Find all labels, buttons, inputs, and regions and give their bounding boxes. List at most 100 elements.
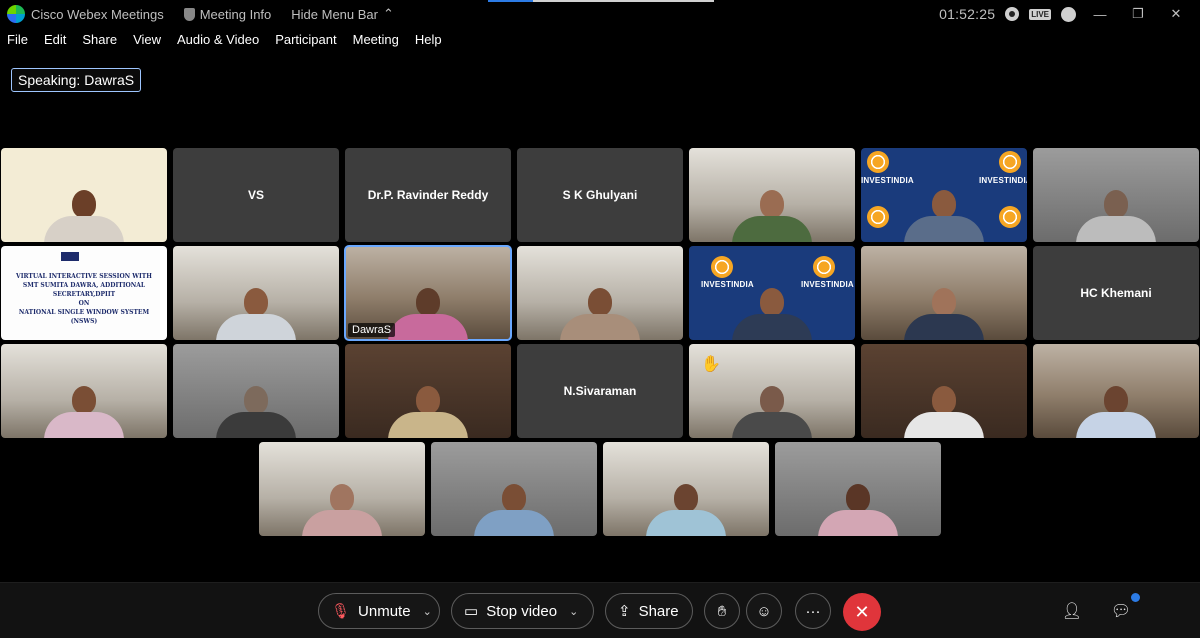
video-tile[interactable]: [1, 148, 167, 242]
video-tile[interactable]: [1033, 344, 1199, 438]
investindia-logo-icon: [711, 256, 733, 278]
name-tile-ghulyani[interactable]: S K Ghulyani: [517, 148, 683, 242]
slide-line: SMT SUMITA DAWRA, ADDITIONAL SECRETARY,D…: [22, 282, 146, 298]
video-tile[interactable]: INVESTINDIA INVESTINDIA: [861, 148, 1027, 242]
participant-video: [44, 190, 124, 242]
investindia-text: INVESTINDIA: [861, 176, 914, 185]
speaking-indicator: Speaking: DawraS: [11, 68, 142, 92]
slide-line: VIRTUAL INTERACTIVE SESSION WITH: [16, 273, 152, 280]
participants-icon: 👤︎: [1061, 603, 1083, 620]
video-tile[interactable]: [1033, 148, 1199, 242]
video-tile[interactable]: [345, 344, 511, 438]
stop-video-label: Stop video: [486, 602, 558, 620]
video-tile[interactable]: [1, 344, 167, 438]
app-title: Cisco Webex Meetings: [31, 6, 164, 22]
menu-participant[interactable]: Participant: [275, 32, 336, 52]
reactions-button[interactable]: ☺: [746, 593, 782, 629]
titlebar-right: 01:52:25 LIVE — ❐ ✕: [939, 0, 1190, 28]
title-bar: Cisco Webex Meetings Meeting Info Hide M…: [0, 0, 1200, 28]
participant-video: [1076, 386, 1156, 438]
chat-icon: 💬︎: [1110, 603, 1132, 620]
share-button[interactable]: ⇪ Share: [605, 593, 693, 629]
participant-video: [388, 386, 468, 438]
shared-slide-tile[interactable]: VIRTUAL INTERACTIVE SESSION WITH SMT SUM…: [1, 246, 167, 340]
video-tile[interactable]: [173, 246, 339, 340]
active-speaker-tile[interactable]: DawraS: [344, 245, 512, 341]
recording-icon[interactable]: [1005, 7, 1020, 21]
participant-video: [560, 288, 640, 340]
microphone-muted-icon: 🎙︎: [331, 603, 351, 620]
menu-meeting[interactable]: Meeting: [353, 32, 399, 52]
more-icon: ···: [805, 602, 821, 620]
participant-video: [302, 484, 382, 536]
participant-video: [44, 386, 124, 438]
chevron-down-icon[interactable]: ⌄: [423, 605, 432, 618]
participant-video: [646, 484, 726, 536]
participant-video: [474, 484, 554, 536]
participant-video: [732, 288, 812, 340]
menu-audio-video[interactable]: Audio & Video: [177, 32, 259, 52]
network-stats-icon[interactable]: [1061, 6, 1076, 22]
participant-video: [1076, 190, 1156, 242]
share-screen-icon: ⇪: [618, 603, 631, 620]
menu-file[interactable]: File: [7, 32, 28, 52]
meeting-controls: 🎙︎ Unmute ⌄ ▭ Stop video ⌄ ⇪ Share ✋︎ ☺ …: [0, 582, 1200, 638]
participant-video: [904, 386, 984, 438]
video-tile[interactable]: [431, 442, 597, 536]
participant-video: [732, 190, 812, 242]
speaking-prefix: Speaking:: [18, 72, 81, 88]
video-tile[interactable]: [173, 344, 339, 438]
participant-video: [216, 386, 296, 438]
investindia-text: INVESTINDIA: [979, 176, 1027, 185]
cii-logo-icon: [61, 252, 79, 261]
hand-icon: ✋︎: [717, 602, 727, 620]
participant-name: N.Sivaraman: [563, 384, 637, 398]
menu-share[interactable]: Share: [82, 32, 117, 52]
participant-video: [732, 386, 812, 438]
investindia-logo-icon: [813, 256, 835, 278]
live-badge[interactable]: LIVE: [1029, 8, 1051, 20]
menu-edit[interactable]: Edit: [44, 32, 66, 52]
shield-icon: [183, 7, 195, 21]
video-tile[interactable]: ✋: [689, 344, 855, 438]
raise-hand-button[interactable]: ✋︎: [704, 593, 740, 629]
menu-help[interactable]: Help: [415, 32, 442, 52]
restore-icon[interactable]: ❐: [1124, 6, 1152, 22]
slide-line: ON: [78, 300, 90, 307]
investindia-logo-icon: [999, 206, 1021, 228]
name-tile-vs[interactable]: VS: [173, 148, 339, 242]
minimize-icon[interactable]: —: [1086, 7, 1114, 22]
unmute-button[interactable]: 🎙︎ Unmute ⌄: [318, 593, 440, 629]
participants-button[interactable]: 👤︎: [1058, 597, 1086, 625]
stop-video-button[interactable]: ▭ Stop video ⌄: [451, 593, 594, 629]
name-tile-khemani[interactable]: HC Khemani: [1033, 246, 1199, 340]
menu-bar: File Edit Share View Audio & Video Parti…: [0, 32, 442, 52]
name-tile-reddy[interactable]: Dr.P. Ravinder Reddy: [345, 148, 511, 242]
video-tile[interactable]: [517, 246, 683, 340]
video-tile[interactable]: [775, 442, 941, 536]
video-tile[interactable]: [861, 246, 1027, 340]
video-tile[interactable]: [861, 344, 1027, 438]
menu-view[interactable]: View: [133, 32, 161, 52]
hide-menu-bar-button[interactable]: Hide Menu Bar ⌃: [291, 6, 394, 22]
slide-text: VIRTUAL INTERACTIVE SESSION WITH SMT SUM…: [11, 272, 157, 326]
raised-hand-icon: ✋: [701, 356, 721, 373]
more-options-button[interactable]: ···: [795, 593, 831, 629]
end-meeting-button[interactable]: ✕: [843, 593, 881, 631]
chat-button[interactable]: 💬︎: [1107, 597, 1135, 625]
participant-video: [904, 190, 984, 242]
camera-icon: ▭: [464, 603, 479, 620]
participant-name: HC Khemani: [1080, 286, 1152, 300]
name-tile-sivaraman[interactable]: N.Sivaraman: [517, 344, 683, 438]
hide-menu-label: Hide Menu Bar: [291, 6, 378, 22]
close-icon: ✕: [854, 601, 870, 622]
investindia-logo-icon: [867, 206, 889, 228]
meeting-info-button[interactable]: Meeting Info: [183, 7, 271, 22]
video-tile[interactable]: [259, 442, 425, 536]
video-tile[interactable]: [689, 148, 855, 242]
close-window-icon[interactable]: ✕: [1162, 6, 1190, 22]
chevron-down-icon[interactable]: ⌄: [569, 605, 578, 618]
video-tile[interactable]: [603, 442, 769, 536]
video-tile[interactable]: INVESTINDIA INVESTINDIA: [689, 246, 855, 340]
meeting-timer: 01:52:25: [939, 6, 996, 22]
